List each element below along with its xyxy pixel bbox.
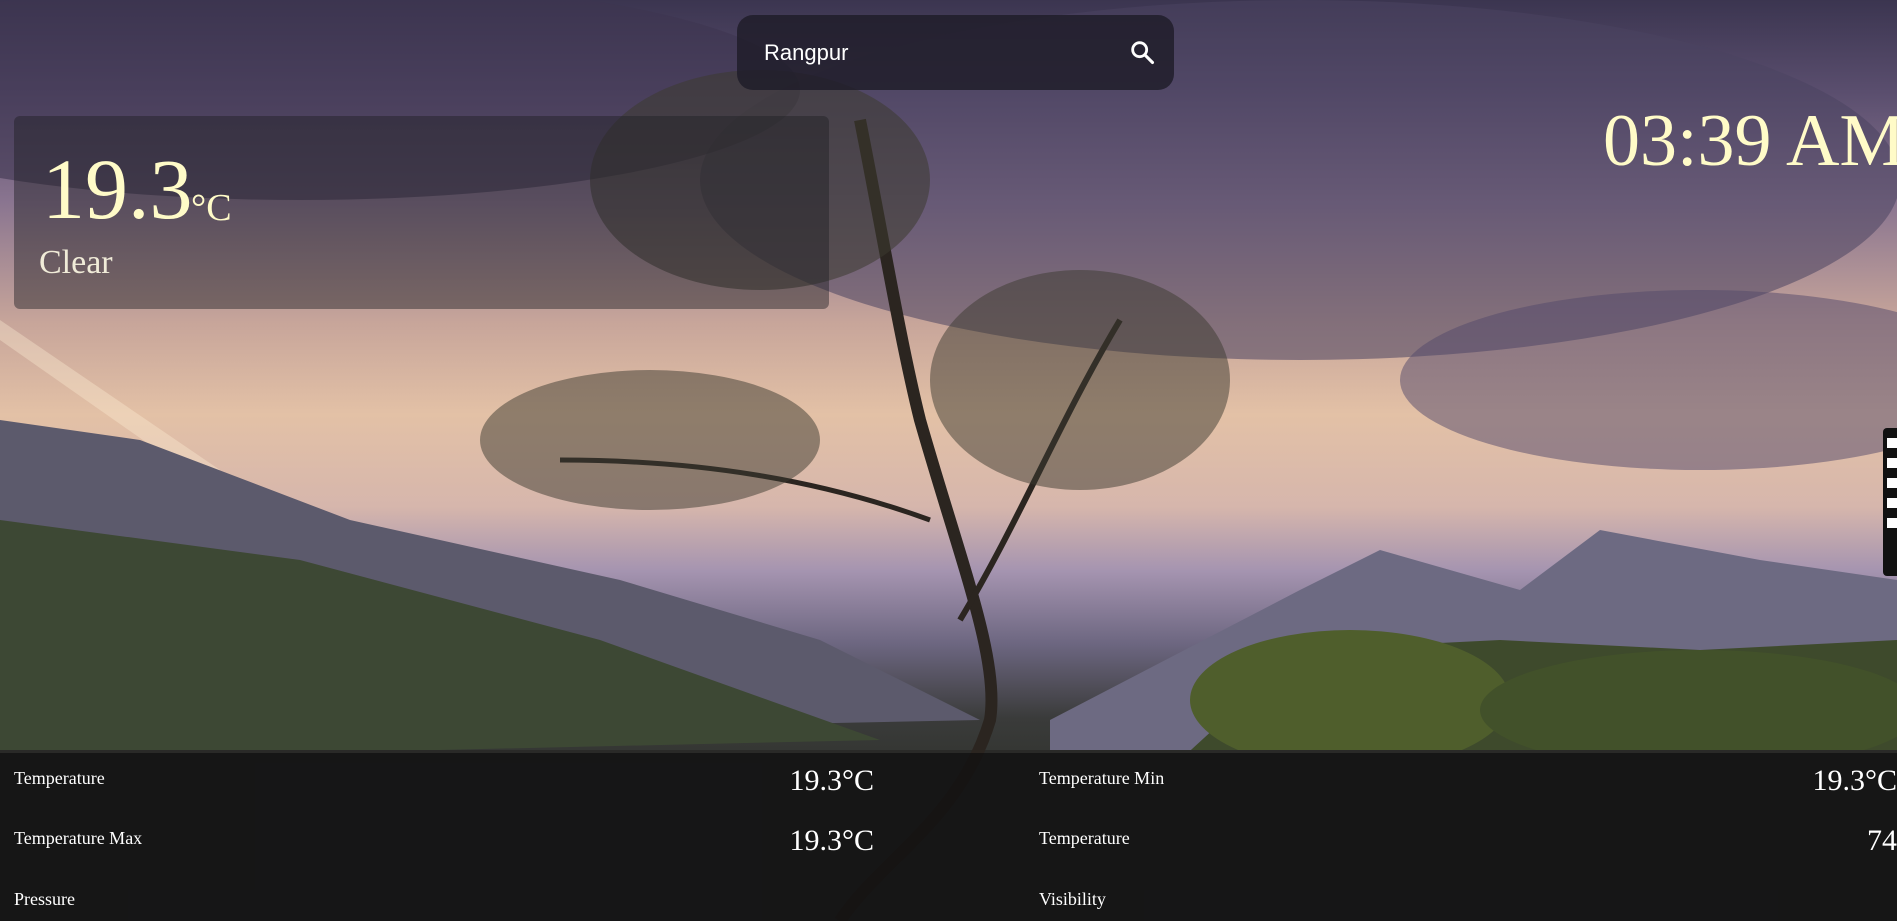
weather-details-panel: Temperature 19.3°C Temperature Min 19.3°… (0, 753, 1897, 921)
detail-value: 19.3°C (789, 824, 874, 857)
clock-time: 03:39 AM (1603, 100, 1897, 182)
search-icon[interactable] (1128, 38, 1156, 66)
detail-value: 74 (1867, 824, 1897, 857)
current-temperature: 19.3 (42, 141, 193, 237)
tool-icon[interactable] (1887, 478, 1897, 488)
detail-label: Visibility (1039, 889, 1106, 909)
detail-label: Pressure (14, 889, 75, 909)
weather-condition: Clear (39, 244, 113, 281)
current-weather-card: 19.3 °C Clear (14, 116, 829, 309)
tool-icon[interactable] (1887, 458, 1897, 468)
tool-icon[interactable] (1887, 518, 1897, 528)
side-toolbar[interactable] (1883, 428, 1897, 576)
detail-label: Temperature Min (1039, 768, 1165, 788)
tool-icon[interactable] (1887, 498, 1897, 508)
tool-icon[interactable] (1887, 438, 1897, 448)
detail-value: 19.3°C (1812, 764, 1897, 797)
detail-label: Temperature (14, 768, 105, 788)
search-input[interactable] (762, 38, 1106, 67)
search-bar[interactable] (737, 15, 1174, 90)
temperature-unit: °C (191, 187, 232, 229)
detail-value: 19.3°C (789, 764, 874, 797)
detail-label: Temperature Max (14, 828, 143, 848)
detail-label: Temperature (1039, 828, 1130, 848)
